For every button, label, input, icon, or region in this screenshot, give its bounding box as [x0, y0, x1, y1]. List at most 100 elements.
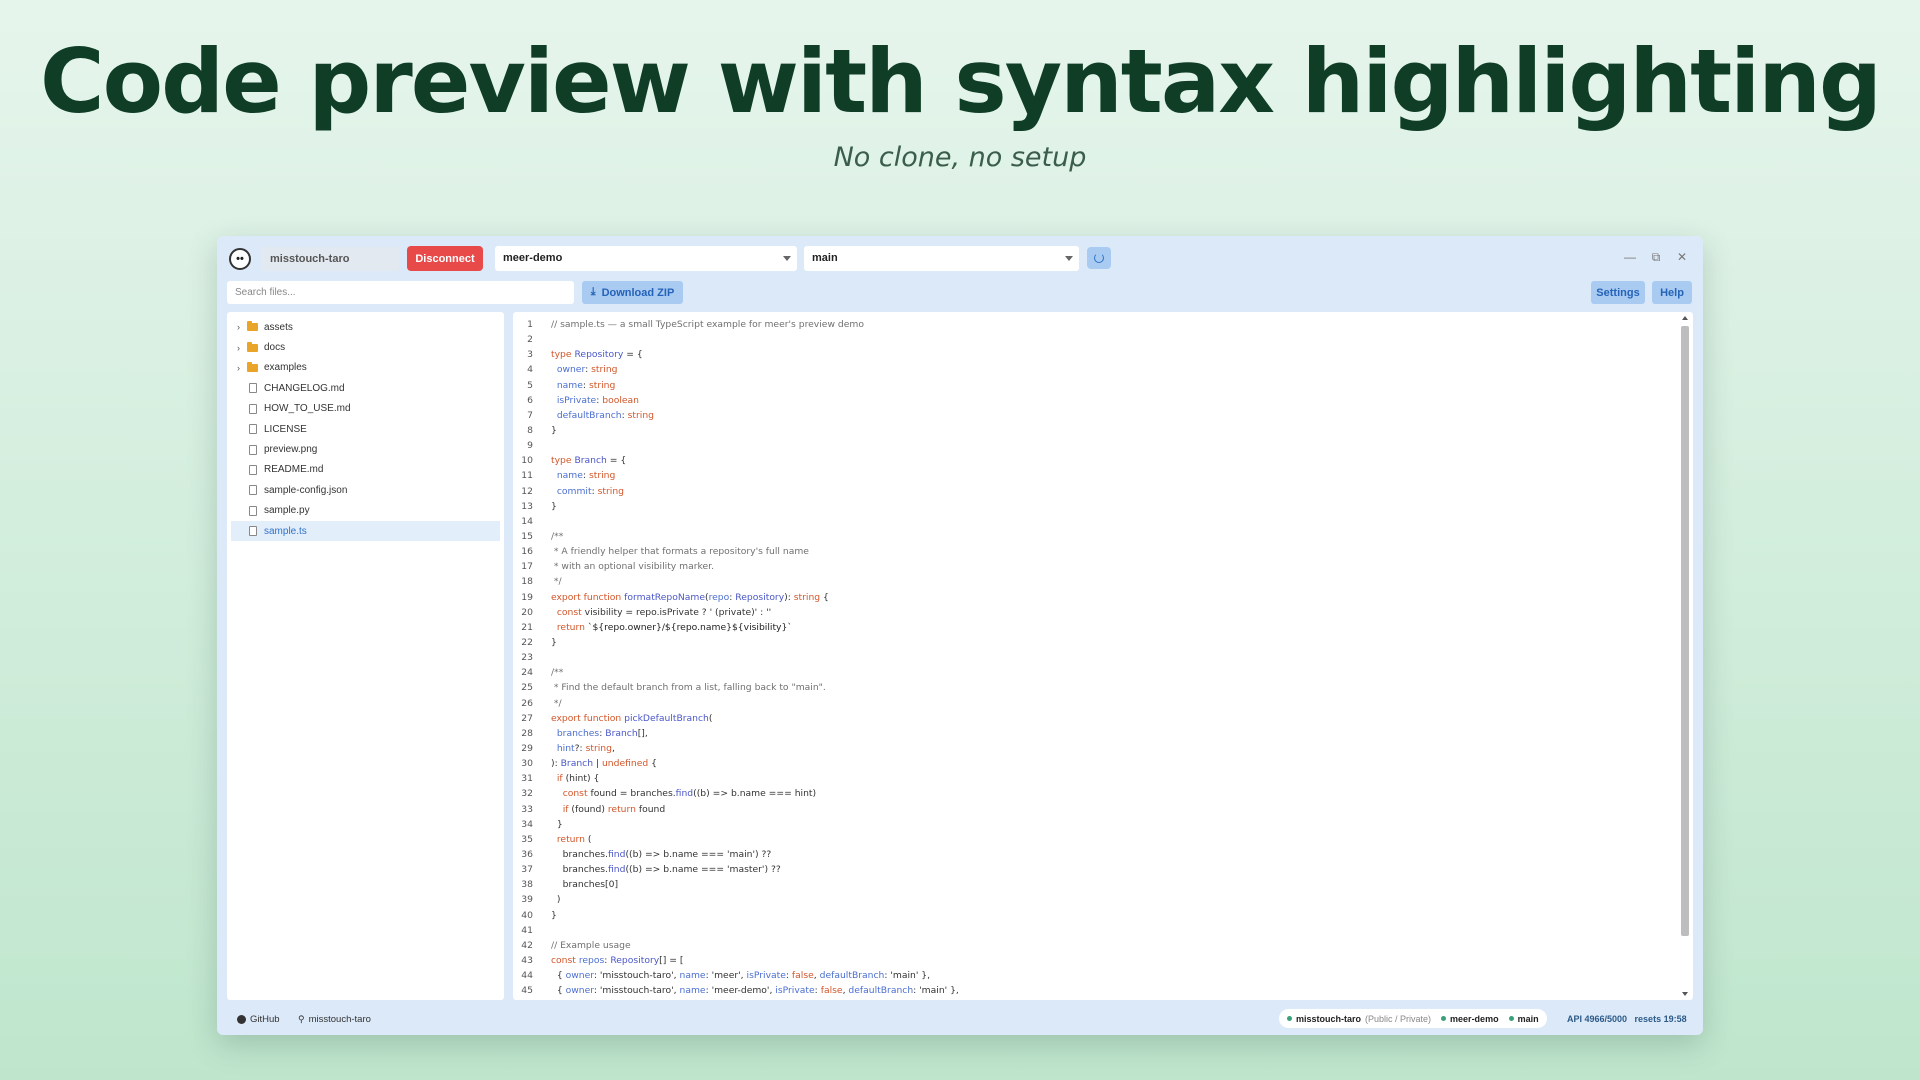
code-token: string — [597, 485, 624, 497]
line-source: /** — [533, 667, 563, 678]
file-item[interactable]: HOW_TO_USE.md — [227, 399, 504, 419]
code-token: branches. — [551, 848, 608, 860]
line-number: 4 — [527, 364, 533, 376]
code-token: export function — [551, 591, 625, 603]
folder-item[interactable]: › assets — [227, 317, 504, 337]
file-item[interactable]: sample.ts — [231, 520, 500, 542]
code-line: 22} — [513, 635, 1673, 650]
file-name: docs — [264, 342, 286, 354]
code-token: name — [679, 970, 706, 982]
api-rate-limit: API 4966/5000 resets 19:58 — [1567, 1014, 1687, 1024]
code-token: { — [648, 758, 657, 770]
line-number: 20 — [521, 606, 533, 618]
line-number: 13 — [521, 500, 533, 512]
line-source: export function formatRepoName(repo: Rep… — [533, 592, 829, 603]
search-input[interactable] — [227, 281, 574, 304]
scroll-up-icon[interactable] — [1682, 316, 1688, 320]
download-icon: ⤓ — [590, 286, 596, 298]
folder-item[interactable]: › docs — [227, 337, 504, 357]
chevron-down-icon — [783, 256, 791, 261]
line-source: /** — [533, 531, 563, 542]
title-bar: •• misstouch-taro Disconnect meer-demo m… — [217, 236, 1703, 278]
folder-item[interactable]: › examples — [227, 358, 504, 378]
code-line: 31 if (hint) { — [513, 771, 1673, 786]
file-name: LICENSE — [264, 423, 307, 435]
code-line: 43 const repos: Repository[] = [ — [513, 953, 1673, 968]
chevron-right-icon: › — [237, 342, 240, 353]
code-token: if — [556, 773, 566, 785]
code-line: 26 */ — [513, 696, 1673, 711]
line-number: 23 — [521, 652, 533, 664]
code-token: found = branches. — [590, 788, 676, 800]
scroll-down-icon[interactable] — [1682, 992, 1688, 996]
code-token: } — [551, 425, 557, 437]
line-source: // Example usage — [533, 940, 631, 951]
code-token: } — [551, 909, 557, 921]
branch-select-value: main — [812, 252, 838, 264]
file-item[interactable]: sample.py — [227, 501, 504, 521]
code-line: 7 defaultBranch: string — [513, 408, 1673, 423]
line-source: } — [533, 637, 557, 648]
download-zip-button[interactable]: ⤓ Download ZIP — [582, 281, 683, 304]
line-source: } — [533, 910, 557, 921]
hero-title: Code preview with syntax highlighting — [40, 30, 1882, 133]
file-item[interactable]: sample-config.json — [227, 480, 504, 500]
code-token: branches. — [551, 864, 608, 876]
code-token: * Find the default branch from a list, f… — [551, 682, 826, 694]
code-token: ?: — [574, 743, 586, 754]
code-token: : 'meer-demo', — [705, 985, 776, 997]
chevron-right-icon: › — [237, 362, 240, 373]
help-button[interactable]: Help — [1652, 281, 1692, 304]
line-source: if (found) return found — [533, 804, 666, 815]
code-editor[interactable]: 1 // sample.ts — a small TypeScript examp… — [513, 312, 1693, 1000]
line-number: 26 — [521, 697, 533, 709]
code-token: return — [556, 833, 588, 845]
line-number: 28 — [521, 727, 533, 739]
code-token: string — [585, 743, 612, 754]
code-line: 6 isPrivate: boolean — [513, 393, 1673, 408]
file-item[interactable]: README.md — [227, 460, 504, 480]
code-token: : 'main' }, — [884, 970, 931, 982]
pill-visibility: (Public / Private) — [1365, 1013, 1432, 1024]
line-number: 31 — [521, 773, 533, 785]
code-token: * A friendly helper that formats a repos… — [551, 546, 809, 558]
app-logo-icon[interactable]: •• — [229, 248, 251, 270]
username-field[interactable]: misstouch-taro — [261, 247, 399, 271]
code-token: : 'main' }, — [913, 985, 959, 997]
user-link[interactable]: ⚲ misstouch-taro — [298, 1014, 371, 1025]
code-token: , — [611, 743, 615, 754]
download-zip-label: Download ZIP — [601, 286, 675, 299]
code-token: const — [551, 954, 579, 966]
scroll-thumb[interactable] — [1681, 326, 1689, 936]
repo-select[interactable]: meer-demo — [495, 246, 797, 271]
code-token: ) — [551, 894, 561, 906]
disconnect-button[interactable]: Disconnect — [407, 246, 483, 271]
file-item[interactable]: preview.png — [227, 439, 504, 459]
refresh-button[interactable] — [1087, 247, 1111, 269]
file-item[interactable]: CHANGELOG.md — [227, 378, 504, 398]
branch-select[interactable]: main — [804, 246, 1079, 271]
line-number: 12 — [521, 485, 533, 497]
settings-button[interactable]: Settings — [1591, 281, 1645, 304]
code-token: branches — [556, 727, 600, 739]
close-button[interactable]: ✕ — [1674, 249, 1690, 265]
code-token: undefined — [601, 758, 649, 770]
code-line: 40} — [513, 907, 1673, 922]
file-icon — [249, 464, 257, 475]
code-token: Branch — [605, 727, 638, 739]
line-number: 40 — [521, 909, 533, 921]
code-line: 9 — [513, 438, 1673, 453]
person-icon: ⚲ — [298, 1014, 305, 1024]
file-name: sample-config.json — [264, 484, 348, 496]
line-number: 34 — [521, 818, 533, 830]
github-link[interactable]: GitHub — [237, 1014, 280, 1025]
vertical-scrollbar[interactable] — [1681, 316, 1689, 996]
file-item[interactable]: LICENSE — [227, 419, 504, 439]
github-icon — [237, 1015, 246, 1024]
restore-button[interactable]: ⧉ — [1648, 249, 1664, 265]
minimize-button[interactable]: — — [1622, 249, 1638, 265]
code-token: : 'meer', — [705, 970, 747, 982]
refresh-icon — [1094, 253, 1104, 263]
line-number: 8 — [527, 425, 533, 437]
